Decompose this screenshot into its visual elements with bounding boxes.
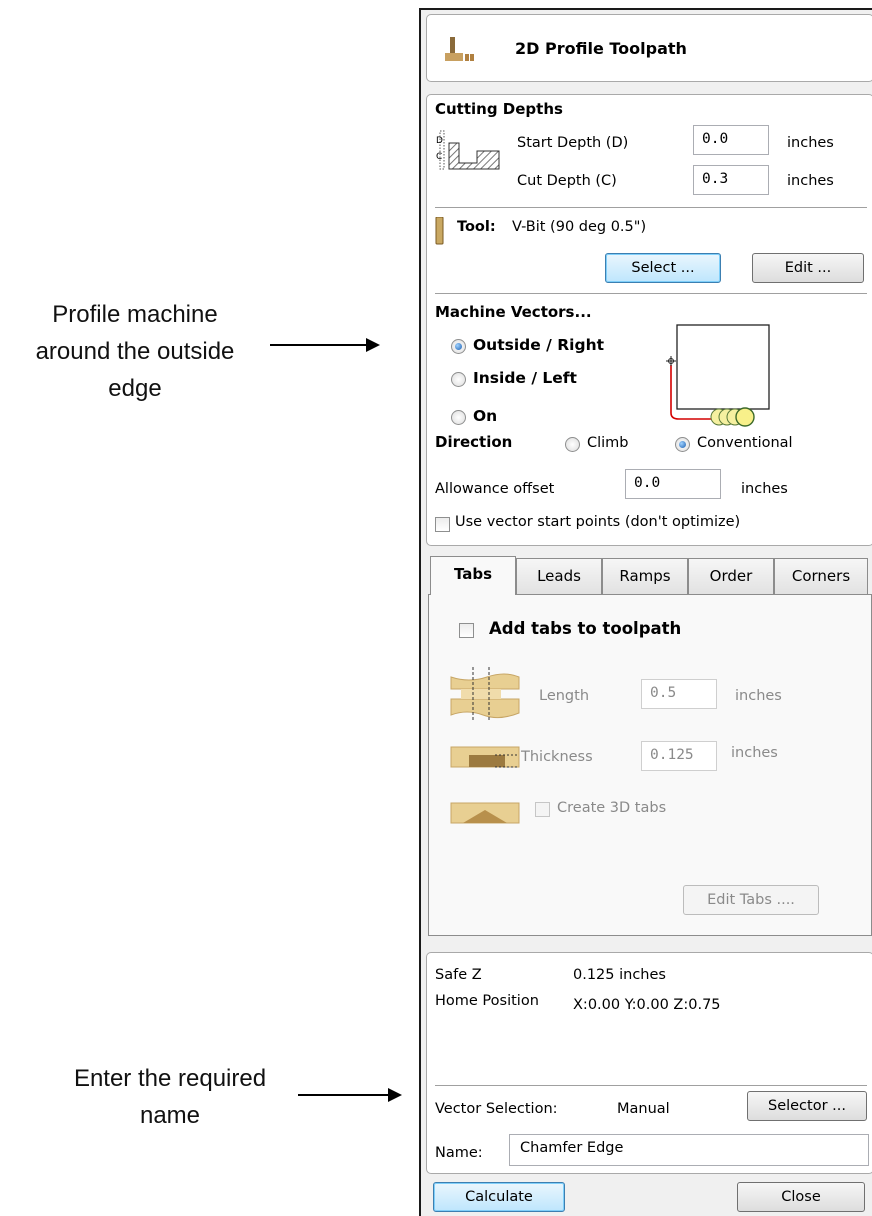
- allowance-offset-unit: inches: [741, 481, 788, 497]
- tab-ramps[interactable]: Ramps: [602, 558, 688, 594]
- cut-depth-input[interactable]: 0.3: [693, 165, 769, 195]
- machine-vector-preview-icon: [666, 324, 770, 427]
- vector-selection-value: Manual: [617, 1101, 670, 1117]
- on-radio[interactable]: [451, 410, 466, 425]
- outside-right-label: Outside / Right: [473, 336, 605, 354]
- page-title: 2D Profile Toolpath: [515, 39, 687, 58]
- profile-toolpath-icon: [445, 37, 474, 61]
- annotation-arrow-line: [298, 1094, 390, 1096]
- annotation-arrow-line: [270, 344, 368, 346]
- safe-z-label: Safe Z: [435, 967, 482, 983]
- cut-depth-label: Cut Depth (C): [517, 173, 617, 189]
- tab-thickness-icon: [450, 746, 520, 768]
- settings-box: Cutting Depths D C Start Depth (D) 0.0 i…: [426, 94, 872, 546]
- tab-thickness-unit: inches: [731, 745, 778, 761]
- outside-right-radio[interactable]: [451, 339, 466, 354]
- start-points-label: Use vector start points (don't optimize): [455, 514, 741, 530]
- home-position-label: Home Position: [435, 993, 539, 1009]
- edit-tabs-button[interactable]: Edit Tabs ....: [683, 885, 819, 915]
- annotation-line: Enter the required: [73, 1065, 267, 1092]
- allowance-offset-input[interactable]: 0.0: [625, 469, 721, 499]
- tab-length-icon: [450, 667, 520, 721]
- tabs-container: Tabs Leads Ramps Order Corners Add tabs …: [426, 556, 872, 938]
- divider: [435, 293, 867, 295]
- name-label: Name:: [435, 1145, 483, 1161]
- tab-thickness-label: Thickness: [521, 749, 593, 765]
- start-depth-unit: inches: [787, 135, 834, 151]
- climb-radio[interactable]: [565, 437, 580, 452]
- close-button[interactable]: Close: [737, 1182, 865, 1212]
- diagram-d-text: D: [436, 136, 443, 146]
- selector-button[interactable]: Selector ...: [747, 1091, 867, 1121]
- create-3d-tabs-icon: [450, 802, 520, 824]
- annotation-name: Enter the required name: [30, 1060, 310, 1134]
- conventional-label: Conventional: [697, 435, 793, 451]
- allowance-offset-label: Allowance offset: [435, 481, 555, 497]
- add-tabs-checkbox[interactable]: [459, 623, 474, 638]
- tab-tabs[interactable]: Tabs: [430, 556, 516, 595]
- divider: [435, 207, 867, 209]
- divider: [435, 1085, 867, 1087]
- inside-left-label: Inside / Left: [473, 369, 577, 387]
- start-depth-input[interactable]: 0.0: [693, 125, 769, 155]
- create-3d-tabs-label: Create 3D tabs: [557, 800, 667, 816]
- tool-edit-button[interactable]: Edit ...: [752, 253, 864, 283]
- annotation-line: edge: [108, 375, 162, 402]
- tab-order[interactable]: Order: [688, 558, 774, 594]
- machine-vectors-title: Machine Vectors...: [435, 303, 592, 321]
- profile-toolpath-panel: 2D Profile Toolpath Cutting Depths D C S…: [419, 8, 872, 1216]
- annotation-line: Profile machine: [52, 301, 218, 328]
- annotation-arrowhead: [366, 338, 380, 352]
- annotation-profile: Profile machine around the outside edge: [0, 296, 270, 407]
- inside-left-radio[interactable]: [451, 372, 466, 387]
- calculate-button[interactable]: Calculate: [433, 1182, 565, 1212]
- start-depth-label: Start Depth (D): [517, 135, 629, 151]
- direction-label: Direction: [435, 433, 513, 451]
- tabs-page: Add tabs to toolpath Length 0.5 inches T…: [428, 594, 872, 936]
- header-box: 2D Profile Toolpath: [426, 14, 872, 82]
- tool-select-button[interactable]: Select ...: [605, 253, 721, 283]
- tab-leads[interactable]: Leads: [516, 558, 602, 594]
- vector-selection-label: Vector Selection:: [435, 1101, 558, 1117]
- tab-corners[interactable]: Corners: [774, 558, 868, 594]
- home-position-value: X:0.00 Y:0.00 Z:0.75: [573, 997, 721, 1013]
- tab-thickness-input[interactable]: 0.125: [641, 741, 717, 771]
- safe-z-value: 0.125 inches: [573, 967, 666, 983]
- annotation-line: name: [139, 1102, 201, 1129]
- create-3d-tabs-checkbox[interactable]: [535, 802, 550, 817]
- annotation-line: around the outside: [35, 338, 235, 365]
- info-box: Safe Z 0.125 inches Home Position X:0.00…: [426, 952, 872, 1174]
- cut-depth-unit: inches: [787, 173, 834, 189]
- tool-label: Tool:: [457, 219, 496, 235]
- tab-length-label: Length: [539, 688, 590, 704]
- start-points-checkbox[interactable]: [435, 517, 450, 532]
- diagram-c-text: C: [436, 152, 442, 162]
- on-label: On: [473, 407, 498, 425]
- tool-name: V-Bit (90 deg 0.5"): [512, 219, 647, 235]
- cut-depth-diagram-icon: D C: [436, 130, 500, 170]
- tool-icon: [435, 217, 444, 245]
- climb-label: Climb: [587, 435, 629, 451]
- cutting-depths-title: Cutting Depths: [435, 100, 563, 118]
- conventional-radio[interactable]: [675, 437, 690, 452]
- tab-length-unit: inches: [735, 688, 782, 704]
- tab-length-input[interactable]: 0.5: [641, 679, 717, 709]
- name-input[interactable]: Chamfer Edge: [509, 1134, 869, 1166]
- annotation-arrowhead: [388, 1088, 402, 1102]
- add-tabs-label: Add tabs to toolpath: [489, 619, 682, 638]
